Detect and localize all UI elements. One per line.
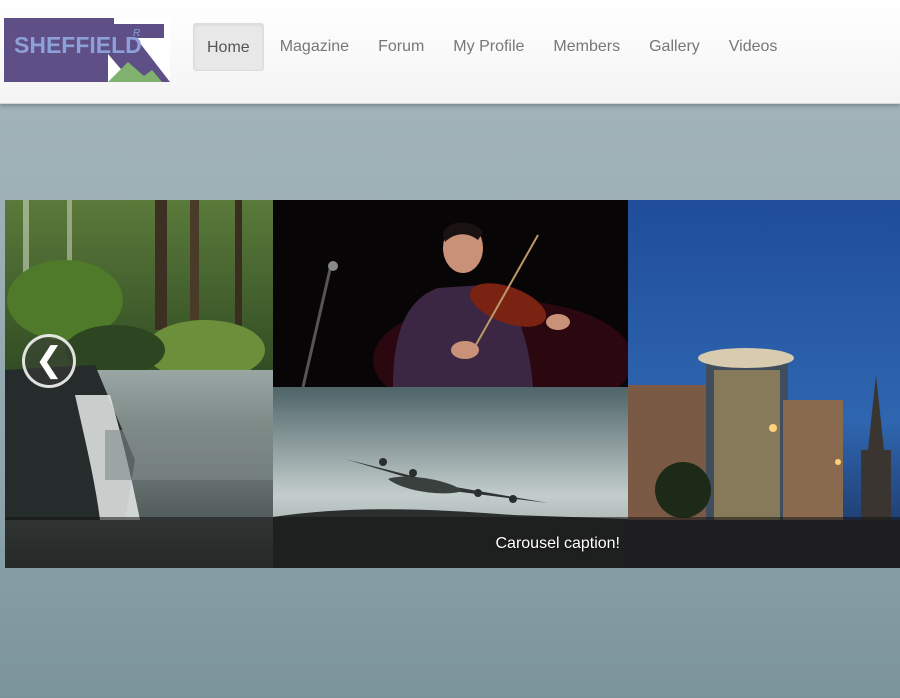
site-logo[interactable]: SHEFFIELD R — [4, 18, 170, 82]
main-nav: Home Magazine Forum My Profile Members G… — [193, 23, 793, 71]
violinist-photo[interactable] — [273, 200, 628, 387]
logo-text: SHEFFIELD — [14, 32, 142, 58]
carousel-prev-button[interactable]: ❮ — [22, 334, 76, 388]
nav-item-home[interactable]: Home — [193, 23, 264, 71]
caption-bar — [5, 517, 900, 568]
city-building-night-photo[interactable] — [628, 200, 900, 568]
nav-item-gallery[interactable]: Gallery — [636, 23, 713, 71]
nav-item-forum[interactable]: Forum — [365, 23, 437, 71]
nav-item-videos[interactable]: Videos — [716, 23, 791, 71]
logo-registered-mark: R — [133, 28, 141, 39]
chevron-left-icon: ❮ — [34, 341, 64, 379]
nav-item-magazine[interactable]: Magazine — [267, 23, 362, 71]
nav-item-my-profile[interactable]: My Profile — [440, 23, 537, 71]
image-carousel: Carousel caption! ❮ — [5, 200, 900, 568]
nav-item-members[interactable]: Members — [540, 23, 633, 71]
navbar: SHEFFIELD R Home Magazine Forum My Profi… — [0, 0, 900, 104]
carousel-caption: Carousel caption! — [495, 535, 620, 552]
